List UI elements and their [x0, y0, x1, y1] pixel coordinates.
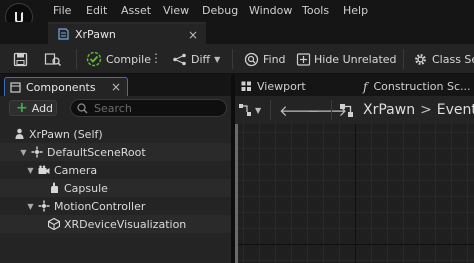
document-tab-xrpawn[interactable]: XrPawn ×: [48, 22, 206, 44]
menu-asset[interactable]: Asset: [121, 4, 151, 17]
menu-file[interactable]: File: [53, 4, 71, 17]
camera-icon: [38, 164, 50, 176]
find-label: Find: [263, 52, 286, 66]
capsule-icon: [48, 182, 60, 194]
search-input[interactable]: [94, 101, 214, 115]
event-graph-canvas[interactable]: [235, 124, 474, 263]
document-tab-bar: XrPawn ×: [0, 22, 474, 44]
find-icon: [244, 52, 259, 66]
toolbar-divider: [270, 100, 271, 120]
graph-toolbar: ▼ 🡐 🡒 XrPawn > Event: [235, 96, 474, 124]
tree-item-label: Capsule: [64, 181, 108, 195]
mesh-icon: [48, 218, 60, 230]
blueprint-icon: [58, 28, 69, 40]
diff-label: Diff: [191, 52, 211, 66]
add-label: Add: [31, 101, 54, 115]
compile-label: Compile: [106, 52, 151, 66]
document-tab-title: XrPawn: [75, 27, 116, 41]
tree-item-defaultsceneroot[interactable]: ▼ DefaultSceneRoot: [0, 143, 231, 161]
menu-bar: File Edit Asset View Debug Window Tools …: [0, 0, 474, 31]
editor-tab-bar: Viewport f Construction Sc...: [235, 75, 474, 96]
class-settings-label: Class Setti: [432, 52, 474, 66]
search-icon: [77, 102, 88, 113]
gear-icon: [415, 53, 426, 65]
close-icon[interactable]: ×: [188, 28, 198, 42]
toolbar-divider: [76, 49, 77, 69]
close-icon[interactable]: ×: [111, 80, 121, 94]
breadcrumb-root[interactable]: XrPawn: [363, 102, 415, 118]
tree-item-label: DefaultSceneRoot: [47, 145, 146, 159]
expand-arrow-icon[interactable]: ▼: [19, 148, 28, 157]
tab-viewport[interactable]: Viewport: [241, 77, 306, 96]
add-component-button[interactable]: + Add: [9, 100, 57, 116]
construction-tab-label: Construction Sc...: [373, 80, 471, 93]
breadcrumb-current: Event: [436, 102, 474, 118]
save-button[interactable]: [13, 50, 28, 68]
search-field[interactable]: [70, 99, 227, 117]
hide-unrelated-icon: [296, 52, 311, 66]
menu-debug[interactable]: Debug: [202, 4, 238, 17]
menu-tools[interactable]: Tools: [302, 4, 329, 17]
hide-unrelated-label: Hide Unrelated: [314, 52, 397, 66]
components-panel-header: Components ×: [0, 75, 231, 96]
find-button[interactable]: Find: [244, 50, 286, 68]
graph-options-icon: [239, 104, 251, 116]
plus-icon: +: [16, 100, 28, 116]
browse-button[interactable]: [44, 50, 62, 68]
expand-arrow-icon[interactable]: ▼: [26, 166, 35, 175]
menu-edit[interactable]: Edit: [86, 4, 107, 17]
breadcrumb: XrPawn > Event: [339, 100, 474, 120]
components-tab-label: Components: [26, 80, 96, 94]
event-graph-icon: [340, 103, 353, 117]
compile-success-icon: [86, 51, 102, 67]
tree-item-xrdevicevisualization[interactable]: XRDeviceVisualization: [0, 215, 231, 233]
class-settings-button[interactable]: Class Setti: [413, 50, 474, 68]
tree-item-label: XRDeviceVisualization: [64, 217, 187, 231]
tree-item-capsule[interactable]: Capsule: [0, 179, 231, 197]
diff-button[interactable]: Diff ▼: [172, 50, 220, 68]
tree-item-label: XrPawn (Self): [29, 127, 103, 141]
scene-root-icon: [31, 146, 43, 158]
toolbar-divider: [331, 100, 332, 120]
diff-icon: [173, 53, 186, 65]
chevron-down-icon: ▼: [214, 54, 221, 64]
tab-components[interactable]: Components ×: [4, 77, 128, 96]
tree-item-motioncontroller[interactable]: ▼ MotionController: [0, 197, 231, 215]
menu-help[interactable]: Help: [343, 4, 368, 17]
pawn-icon: [13, 128, 25, 140]
viewport-icon: [241, 81, 251, 91]
tree-item-camera[interactable]: ▼ Camera: [0, 161, 231, 179]
components-panel: Components × + Add XrPawn (Self): [0, 75, 231, 263]
hide-unrelated-button[interactable]: Hide Unrelated: [296, 50, 397, 68]
expand-arrow-icon[interactable]: ▼: [26, 202, 35, 211]
graph-options-button[interactable]: ▼: [238, 101, 261, 119]
compile-options-icon[interactable]: ⋮: [150, 51, 162, 65]
graph-focus-border: [235, 124, 238, 263]
motion-controller-icon: [38, 200, 50, 212]
compile-button[interactable]: Compile: [86, 50, 151, 68]
tree-item-label: MotionController: [54, 199, 146, 213]
components-body: + Add XrPawn (Self) ▼: [0, 96, 231, 263]
toolbar-divider: [232, 49, 233, 69]
browse-asset-icon: [44, 52, 62, 66]
components-icon: [10, 81, 21, 93]
viewport-tab-label: Viewport: [257, 80, 306, 93]
menu-view[interactable]: View: [163, 4, 189, 17]
tab-construction-script[interactable]: f Construction Sc...: [363, 77, 471, 96]
tree-item-label: Camera: [54, 163, 98, 177]
function-icon: f: [363, 79, 368, 94]
tree-item-xrpawn-self[interactable]: XrPawn (Self): [0, 125, 231, 143]
breadcrumb-separator: >: [420, 102, 432, 118]
main-toolbar: Compile ⋮ Diff ▼ Find Hide Unrelated Cla…: [0, 44, 474, 74]
menu-window[interactable]: Window: [249, 4, 292, 17]
toolbar-divider: [403, 49, 404, 69]
save-icon: [13, 52, 28, 66]
chevron-down-icon: ▼: [255, 105, 262, 115]
